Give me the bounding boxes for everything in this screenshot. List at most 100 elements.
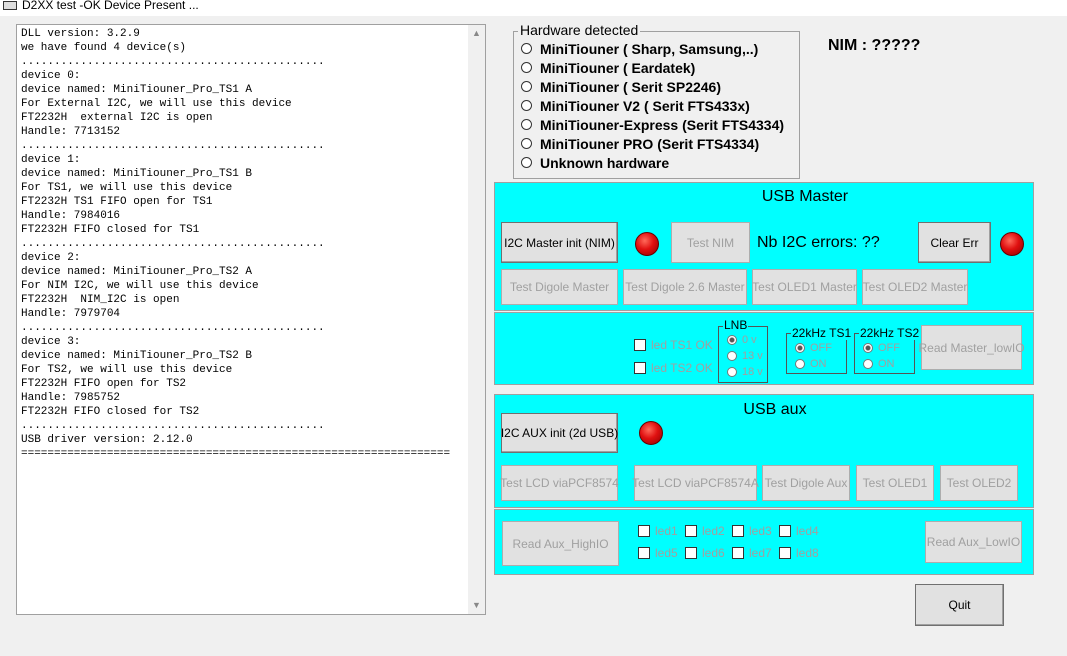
checkbox-icon: [685, 525, 697, 537]
test-digole-master-button[interactable]: Test Digole Master: [501, 269, 618, 305]
quit-button[interactable]: Quit: [915, 584, 1004, 626]
scroll-down-icon[interactable]: ▼: [468, 597, 485, 614]
error-led-indicator: [1000, 232, 1024, 256]
lnb-title: LNB: [723, 318, 749, 332]
checkbox-icon: [638, 547, 650, 559]
khz-ts2-radio-on[interactable]: ON: [863, 358, 895, 370]
khz-ts2-radio-off[interactable]: OFF: [863, 342, 900, 354]
scroll-up-icon[interactable]: ▲: [468, 25, 485, 42]
test-nim-button[interactable]: Test NIM: [671, 222, 750, 263]
title-bar: D2XX test -OK Device Present ...: [0, 0, 1067, 16]
i2c-aux-init-button[interactable]: I2C AUX init (2d USB): [501, 413, 618, 453]
lnb-0v-label: 0 v: [742, 334, 757, 346]
checkbox-icon: [732, 547, 744, 559]
clear-err-button[interactable]: Clear Err: [918, 222, 991, 263]
lnb-13v-label: 13 v: [742, 350, 763, 362]
radio-icon: [727, 367, 737, 377]
radio-icon: [727, 335, 737, 345]
nim-status: NIM : ?????: [828, 37, 921, 54]
checkbox-icon: [685, 547, 697, 559]
radio-icon: [521, 119, 532, 130]
aux-led4-checkbox[interactable]: led4: [779, 524, 819, 538]
hardware-option-0[interactable]: MiniTiouner ( Sharp, Samsung,..): [521, 39, 758, 58]
khz-ts1-radio-off[interactable]: OFF: [795, 342, 832, 354]
aux-led8-checkbox[interactable]: led8: [779, 546, 819, 560]
test-oled2-button[interactable]: Test OLED2: [940, 465, 1018, 501]
hardware-title: Hardware detected: [518, 22, 641, 38]
i2c-master-init-button[interactable]: I2C Master init (NIM): [501, 222, 618, 263]
hardware-option-5[interactable]: MiniTiouner PRO (Serit FTS4334): [521, 134, 759, 153]
radio-icon: [863, 343, 873, 353]
khz-ts1-title: 22kHz TS1: [791, 326, 853, 340]
radio-icon: [521, 157, 532, 168]
hardware-option-6[interactable]: Unknown hardware: [521, 153, 669, 172]
aux-led-label: led8: [796, 546, 819, 560]
hardware-option-label: MiniTiouner ( Sharp, Samsung,..): [540, 40, 759, 57]
test-oled1-button[interactable]: Test OLED1: [856, 465, 934, 501]
hardware-option-label: Unknown hardware: [540, 154, 670, 171]
read-aux-lowio-button[interactable]: Read Aux_LowIO: [925, 521, 1022, 563]
checkbox-icon: [779, 547, 791, 559]
radio-icon: [521, 138, 532, 149]
read-master-lowio-button[interactable]: Read Master_lowIO: [918, 325, 1025, 370]
log-scrollbar[interactable]: ▲ ▼: [468, 25, 485, 614]
lnb-radio-0v[interactable]: 0 v: [727, 334, 757, 346]
hardware-option-label: MiniTiouner ( Serit SP2246): [540, 78, 722, 95]
master-led-indicator: [635, 232, 659, 256]
khz-ts1-on-label: ON: [810, 358, 827, 370]
led-ts1-label: led TS1 OK: [651, 338, 713, 352]
test-lcd-pcf8574-button[interactable]: Test LCD viaPCF8574: [500, 465, 619, 501]
aux-led-label: led4: [796, 524, 819, 538]
checkbox-icon: [634, 362, 646, 374]
lnb-radio-18v[interactable]: 18 v: [727, 366, 763, 378]
radio-icon: [863, 359, 873, 369]
log-text: DLL version: 3.2.9 we have found 4 devic…: [21, 28, 451, 460]
window-title: D2XX test -OK Device Present ...: [22, 0, 199, 12]
aux-led1-checkbox[interactable]: led1: [638, 524, 678, 538]
khz-ts2-on-label: ON: [878, 358, 895, 370]
i2c-error-count: Nb I2C errors: ??: [757, 234, 880, 251]
hardware-option-4[interactable]: MiniTiouner-Express (Serit FTS4334): [521, 115, 784, 134]
aux-led2-checkbox[interactable]: led2: [685, 524, 725, 538]
aux-led-label: led2: [702, 524, 725, 538]
test-oled1-master-button[interactable]: Test OLED1 Master: [752, 269, 857, 305]
checkbox-icon: [732, 525, 744, 537]
hardware-option-label: MiniTiouner-Express (Serit FTS4334): [540, 116, 785, 133]
radio-icon: [521, 62, 532, 73]
aux-led-label: led7: [749, 546, 772, 560]
khz-ts1-radio-on[interactable]: ON: [795, 358, 827, 370]
aux-led5-checkbox[interactable]: led5: [638, 546, 678, 560]
aux-led3-checkbox[interactable]: led3: [732, 524, 772, 538]
aux-led-label: led6: [702, 546, 725, 560]
radio-icon: [521, 43, 532, 54]
aux-led-label: led5: [655, 546, 678, 560]
led-ts2-label: led TS2 OK: [651, 361, 713, 375]
khz-ts2-title: 22kHz TS2: [859, 326, 921, 340]
aux-led7-checkbox[interactable]: led7: [732, 546, 772, 560]
led-ts2-checkbox[interactable]: led TS2 OK: [634, 361, 713, 375]
test-lcd-pcf8574a-button[interactable]: Test LCD viaPCF8574A: [632, 465, 759, 501]
aux-led6-checkbox[interactable]: led6: [685, 546, 725, 560]
radio-icon: [521, 81, 532, 92]
radio-icon: [521, 100, 532, 111]
khz-ts2-off-label: OFF: [878, 342, 900, 354]
test-oled2-master-button[interactable]: Test OLED2 Master: [862, 269, 968, 305]
usb-master-title: USB Master: [761, 188, 849, 205]
led-ts1-checkbox[interactable]: led TS1 OK: [634, 338, 713, 352]
app-icon: [3, 1, 17, 10]
aux-led-indicator: [639, 421, 663, 445]
lnb-radio-13v[interactable]: 13 v: [727, 350, 763, 362]
hardware-option-label: MiniTiouner ( Eardatek): [540, 59, 696, 76]
lnb-18v-label: 18 v: [742, 366, 763, 378]
hardware-option-2[interactable]: MiniTiouner ( Serit SP2246): [521, 77, 721, 96]
checkbox-icon: [634, 339, 646, 351]
log-output[interactable]: DLL version: 3.2.9 we have found 4 devic…: [16, 24, 486, 615]
hardware-option-1[interactable]: MiniTiouner ( Eardatek): [521, 58, 695, 77]
radio-icon: [727, 351, 737, 361]
test-digole-26-master-button[interactable]: Test Digole 2.6 Master: [623, 269, 747, 305]
hardware-option-3[interactable]: MiniTiouner V2 ( Serit FTS433x): [521, 96, 750, 115]
test-digole-aux-button[interactable]: Test Digole Aux: [762, 465, 850, 501]
hardware-option-label: MiniTiouner V2 ( Serit FTS433x): [540, 97, 750, 114]
read-aux-highio-button[interactable]: Read Aux_HighIO: [502, 521, 619, 566]
aux-led-label: led1: [655, 524, 678, 538]
